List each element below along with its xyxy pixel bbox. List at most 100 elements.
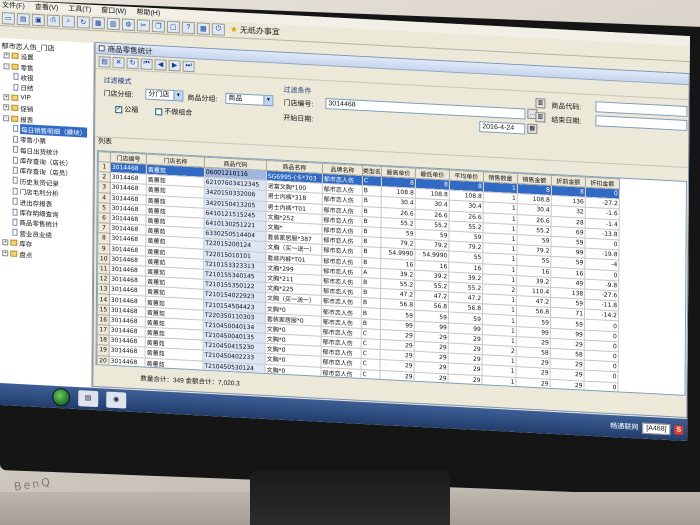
no-combine-checkbox[interactable]: 不做组合 bbox=[155, 106, 192, 118]
next-page-icon[interactable]: ▶ bbox=[168, 59, 181, 71]
export-icon[interactable]: ▤ bbox=[98, 55, 111, 68]
print-icon[interactable]: ⎙ bbox=[46, 13, 60, 27]
product-group-label: 商品分组: bbox=[187, 94, 218, 104]
chevron-down-icon[interactable]: ▼ bbox=[263, 95, 273, 106]
row-number: 16 bbox=[97, 314, 110, 326]
row-number-header bbox=[98, 151, 111, 163]
product-group-select[interactable]: 商品 ▼ bbox=[225, 92, 274, 107]
row-number: 6 bbox=[97, 212, 111, 224]
expand-icon[interactable]: + bbox=[3, 52, 10, 59]
document-icon bbox=[12, 166, 18, 174]
table-cell: 29 bbox=[379, 369, 415, 382]
tray-status-text: 畅通联网 bbox=[610, 422, 639, 432]
ime-indicator[interactable]: [A468] bbox=[642, 422, 671, 435]
expand-icon[interactable]: + bbox=[2, 249, 9, 257]
checkbox-checked-icon: ✓ bbox=[115, 105, 123, 113]
collapse-icon[interactable]: - bbox=[3, 62, 10, 70]
chart-icon[interactable]: ▥ bbox=[106, 17, 120, 30]
row-number: 3 bbox=[98, 182, 111, 193]
start-date-label: 开始日期: bbox=[283, 114, 314, 124]
tree-node-label: VIP bbox=[20, 94, 31, 102]
folder-icon bbox=[11, 94, 19, 101]
screen: 文件(F) 查看(V) 工具(T) 窗口(W) 帮助(H) ▭ ▤ ▣ ⎙ ⌕ ↻ ▦ … bbox=[0, 0, 690, 442]
table-cell: 3014468 bbox=[108, 355, 146, 368]
start-button[interactable] bbox=[52, 387, 71, 407]
row-number: 20 bbox=[96, 355, 110, 366]
row-number: 10 bbox=[97, 253, 110, 265]
help-icon[interactable]: ? bbox=[181, 21, 195, 34]
refresh-report-icon[interactable]: ↻ bbox=[126, 57, 139, 69]
table-cell: 1 bbox=[481, 375, 517, 388]
document-icon bbox=[13, 125, 19, 133]
system-tray: 畅通联网 [A468] S bbox=[610, 417, 684, 439]
folder-icon bbox=[10, 239, 18, 247]
first-page-icon[interactable]: ⏮ bbox=[140, 57, 153, 70]
app-title-text: 无纸办事宜 bbox=[239, 25, 280, 37]
tree-node-label: 报表 bbox=[20, 116, 34, 125]
expand-icon[interactable]: + bbox=[3, 104, 10, 111]
no-combine-label: 不做组合 bbox=[164, 108, 193, 118]
table-cell: 29 bbox=[515, 377, 551, 390]
navigation-tree: 郁市恋人伤_门店 + 设置 - 零售 收银 日结 + VIP + 促销 - 报表 每日销售明细（模块）零… bbox=[0, 37, 95, 388]
store-group-select[interactable]: 分门店 ▼ bbox=[145, 88, 184, 102]
open-icon[interactable]: ▤ bbox=[16, 12, 30, 26]
table-cell: 29 bbox=[413, 371, 449, 384]
tree-node-label: 库存 bbox=[19, 241, 33, 249]
column-header[interactable]: 类型名 bbox=[362, 165, 382, 177]
table-cell: 29 bbox=[549, 378, 585, 391]
row-number: 19 bbox=[97, 344, 110, 356]
table-cell: C bbox=[360, 368, 381, 381]
document-icon bbox=[12, 145, 18, 154]
collapse-icon[interactable]: - bbox=[3, 114, 10, 122]
cut-icon[interactable]: ✂ bbox=[136, 18, 150, 32]
data-table: 门店编号 门店名称 商品代码 商品名称 品牌名称 类型名 最高单价 最低单价 平均单价 销售数量销… bbox=[96, 151, 620, 393]
last-page-icon[interactable]: ⏭ bbox=[182, 60, 195, 72]
copy-icon[interactable]: ❐ bbox=[151, 19, 165, 33]
end-date-field[interactable] bbox=[595, 115, 688, 132]
start-date-field[interactable]: 2016-4-24 bbox=[479, 121, 526, 135]
app-title: ★ 无纸办事宜 bbox=[230, 24, 280, 38]
ime-brand-icon[interactable]: S bbox=[674, 424, 684, 435]
store-group-value: 分门店 bbox=[148, 90, 170, 99]
save-icon[interactable]: ▣ bbox=[31, 13, 45, 26]
row-number: 13 bbox=[97, 283, 110, 295]
checkbox-empty-icon bbox=[155, 107, 163, 116]
chevron-down-icon[interactable]: ▼ bbox=[173, 91, 183, 101]
show-gift-label: 公福 bbox=[124, 106, 139, 115]
taskbar-app-icon[interactable]: ▤ bbox=[78, 390, 99, 408]
prev-page-icon[interactable]: ◀ bbox=[154, 58, 167, 71]
product-code-field[interactable] bbox=[595, 101, 688, 118]
store-picker-icon[interactable]: ▥ bbox=[535, 98, 546, 109]
exit-icon[interactable]: ⏻ bbox=[211, 22, 225, 36]
product-code-label: 商品代码: bbox=[551, 102, 582, 112]
search-icon[interactable]: ⌕ bbox=[61, 14, 75, 28]
window-icon bbox=[98, 45, 105, 52]
product-picker-icon[interactable]: ▥ bbox=[535, 112, 546, 123]
report-icon[interactable]: ▦ bbox=[91, 16, 105, 29]
show-gift-checkbox[interactable]: ✓ 公福 bbox=[115, 104, 138, 115]
expand-icon[interactable]: + bbox=[3, 93, 10, 101]
new-icon[interactable]: ▭ bbox=[1, 11, 15, 25]
row-number: 15 bbox=[97, 304, 110, 316]
refresh-icon[interactable]: ↻ bbox=[76, 15, 90, 29]
star-icon: ★ bbox=[229, 24, 238, 35]
tree-node-label: 收银 bbox=[20, 75, 34, 83]
calculator-icon[interactable]: ▩ bbox=[196, 21, 210, 35]
tree-node-label: 促销 bbox=[20, 106, 34, 114]
settings-icon[interactable]: ⚙ bbox=[121, 17, 135, 31]
document-icon bbox=[12, 218, 18, 226]
paste-icon[interactable]: ▢ bbox=[166, 20, 180, 33]
data-grid[interactable]: 门店编号 门店名称 商品代码 商品名称 品牌名称 类型名 最高单价 最低单价 平均单价 销售数量销… bbox=[95, 150, 687, 396]
row-number: 5 bbox=[98, 202, 111, 214]
store-code-field[interactable]: 3014468 bbox=[325, 98, 526, 120]
close-report-icon[interactable]: ✕ bbox=[112, 56, 125, 69]
row-number: 11 bbox=[97, 263, 110, 275]
expand-icon[interactable]: + bbox=[2, 239, 9, 246]
end-date-label: 结束日期: bbox=[551, 116, 582, 126]
document-icon bbox=[12, 208, 18, 216]
table-cell: 0 bbox=[583, 380, 619, 393]
calendar-icon[interactable]: ▦ bbox=[527, 123, 538, 135]
taskbar-app-icon-2[interactable]: ◉ bbox=[106, 391, 127, 409]
row-number: 2 bbox=[98, 171, 111, 183]
tree-node-label: 零售 bbox=[20, 64, 34, 73]
